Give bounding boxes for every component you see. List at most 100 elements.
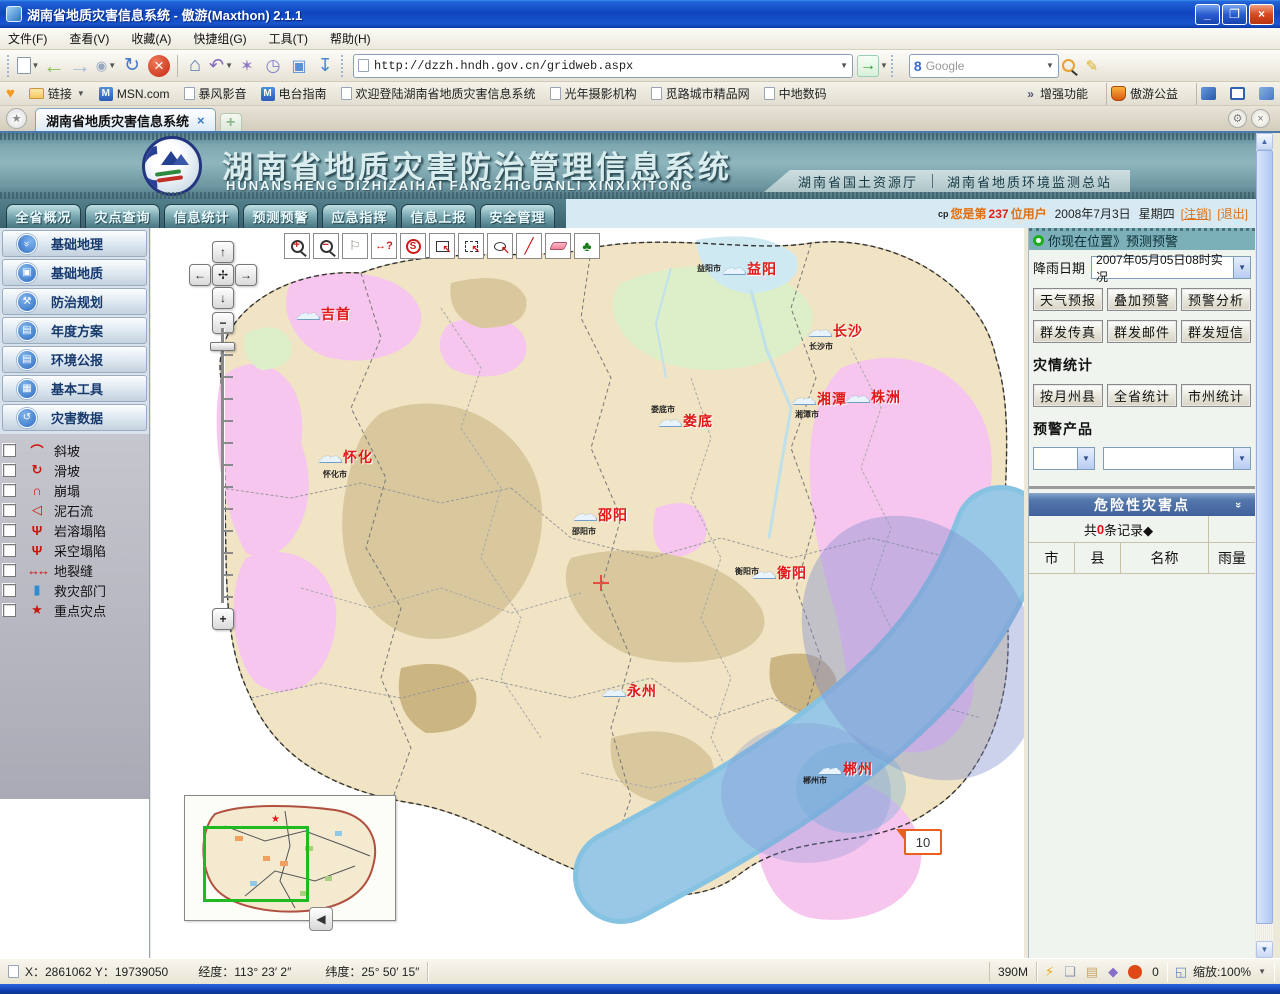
debris-flow-checkbox[interactable] — [3, 504, 16, 517]
mass-fax-button[interactable]: 群发传真 — [1033, 320, 1103, 343]
product-select-large[interactable]: ▼ — [1103, 447, 1251, 470]
sidebar-item-base-geography[interactable]: »基础地理 — [2, 230, 147, 257]
blocked-count-icon[interactable] — [1128, 965, 1142, 979]
mass-email-button[interactable]: 群发邮件 — [1107, 320, 1177, 343]
link-radio[interactable]: M电台指南 — [261, 85, 327, 102]
city-marker-yongzhou[interactable]: ☁☁永州 — [601, 681, 657, 701]
favorites-heart-icon[interactable]: ♥ — [6, 85, 15, 102]
tab-star-icon[interactable]: ★ — [6, 108, 27, 129]
chevrons-icon[interactable]: » — [1232, 501, 1244, 507]
magic-filter-icon[interactable]: ✶ — [234, 53, 260, 79]
nav-tab-security[interactable]: 安全管理 — [480, 204, 555, 228]
province-stats-button[interactable]: 全省统计 — [1107, 384, 1177, 407]
pan-down-button[interactable]: ↓ — [212, 287, 234, 309]
nav-tab-query[interactable]: 灾点查询 — [85, 204, 160, 228]
pan-tool[interactable]: ⚐ — [342, 233, 368, 259]
city-marker-yiyang[interactable]: 益阳市☁☁益阳 — [721, 259, 777, 279]
scale-tool[interactable]: S — [400, 233, 426, 259]
chevron-down-icon[interactable]: ▼ — [1233, 448, 1250, 469]
city-marker-changsha[interactable]: 长沙市☁☁长沙 — [807, 321, 863, 341]
org-link-2[interactable]: 湖南省地质环境监测总站 — [947, 172, 1112, 191]
city-marker-loudi[interactable]: 娄底市☁☁娄底 — [657, 411, 713, 431]
city-marker-zhuzhou[interactable]: ☁☁株洲 — [845, 387, 901, 407]
mining-collapse-checkbox[interactable] — [3, 544, 16, 557]
forward-icon[interactable]: → — [67, 53, 93, 79]
scroll-down-icon[interactable]: ▼ — [1256, 941, 1273, 958]
menu-favorites[interactable]: 收藏(A) — [131, 30, 171, 47]
proxy-icon[interactable] — [1201, 87, 1216, 100]
pan-left-button[interactable]: ← — [189, 264, 211, 286]
eraser-tool[interactable] — [545, 233, 571, 259]
address-dropdown-icon[interactable]: ▼ — [840, 61, 848, 70]
city-marker-chenzhou[interactable]: 郴州市☁☁郴州 — [817, 759, 873, 779]
zoom-in-button[interactable]: + — [212, 608, 234, 630]
mass-sms-button[interactable]: 群发短信 — [1181, 320, 1251, 343]
pan-center-button[interactable]: ✢ — [212, 264, 234, 286]
city-marker-xiangtan[interactable]: 湘潭市☁☁湘潭 — [791, 389, 847, 409]
rescue-dept-checkbox[interactable] — [3, 584, 16, 597]
product-select-small[interactable]: ▼ — [1033, 447, 1095, 470]
links-folder[interactable]: 链接▼ — [29, 85, 85, 102]
overview-viewport[interactable] — [203, 826, 309, 902]
restore-button[interactable]: ❐ — [1222, 4, 1247, 25]
vertical-scrollbar[interactable]: ▲ ▼ — [1256, 133, 1273, 958]
sidebar-item-env-bulletin[interactable]: ▤环境公报 — [2, 346, 147, 373]
close-button[interactable]: × — [1249, 4, 1274, 25]
karst-collapse-checkbox[interactable] — [3, 524, 16, 537]
zoom-in-tool[interactable]: + — [284, 233, 310, 259]
link-baofeng[interactable]: 暴风影音 — [184, 85, 247, 102]
zoom-slider-handle[interactable] — [210, 342, 235, 351]
search-dropdown-icon[interactable]: ▼ — [1046, 61, 1054, 70]
key-point-checkbox[interactable] — [3, 604, 16, 617]
popup-filter-icon[interactable]: ❑ — [1064, 964, 1076, 980]
city-marker-huaihua[interactable]: 怀化市☁☁怀化 — [317, 447, 373, 467]
plugin-icon[interactable]: ◆ — [1108, 964, 1118, 980]
slope-checkbox[interactable] — [3, 444, 16, 457]
menu-groups[interactable]: 快捷组(G) — [193, 30, 246, 47]
search-placeholder[interactable]: Google — [926, 59, 1045, 73]
snapshot-icon[interactable]: ▣ — [286, 53, 312, 79]
new-tab-button[interactable]: + — [220, 113, 242, 131]
nav-tab-forecast[interactable]: 预测预警 — [243, 204, 318, 228]
menu-view[interactable]: 查看(V) — [69, 30, 109, 47]
pan-up-button[interactable]: ↑ — [212, 241, 234, 263]
select-rect-tool[interactable]: ↖ — [458, 233, 484, 259]
undo-icon[interactable]: ↶▼ — [208, 53, 234, 79]
back-icon[interactable]: ← — [41, 53, 67, 79]
content-filter-icon[interactable]: ▤ — [1086, 964, 1098, 980]
warning-analysis-button[interactable]: 预警分析 — [1181, 288, 1251, 311]
rainfall-flag-marker[interactable]: 10 — [904, 829, 942, 855]
scrollbar-thumb[interactable] — [1256, 150, 1273, 924]
highlight-icon[interactable]: ✎ — [1079, 53, 1105, 79]
address-input[interactable] — [374, 59, 839, 73]
zoom-level[interactable]: 缩放:100% — [1193, 963, 1251, 980]
stop-icon[interactable]: × — [148, 55, 170, 77]
pan-right-button[interactable]: → — [235, 264, 257, 286]
home-icon[interactable]: ⌂ — [182, 53, 208, 79]
refresh-icon[interactable]: ↻ — [119, 53, 145, 79]
collapse-checkbox[interactable] — [3, 484, 16, 497]
city-marker-hengyang[interactable]: 衡阳市☁☁衡阳 — [751, 563, 807, 583]
city-marker-jishou[interactable]: ☁☁吉首 — [295, 304, 351, 324]
landslide-checkbox[interactable] — [3, 464, 16, 477]
monthly-county-button[interactable]: 按月州县 — [1033, 384, 1103, 407]
link-milu[interactable]: 觅路城市精品网 — [651, 85, 750, 102]
city-marker-shaoyang[interactable]: 邵阳市☁☁邵阳 — [572, 505, 628, 525]
zoom-rect-tool[interactable]: ↖ — [429, 233, 455, 259]
select-circle-tool[interactable]: ↖ — [487, 233, 513, 259]
chevron-down-icon[interactable]: ▼ — [1077, 448, 1094, 469]
link-zhongdi[interactable]: 中地数码 — [764, 85, 827, 102]
link-photo[interactable]: 光年摄影机构 — [550, 85, 637, 102]
charity-link[interactable]: 傲游公益 — [1111, 85, 1178, 102]
sidebar-item-annual-plan[interactable]: ▤年度方案 — [2, 317, 147, 344]
minimize-button[interactable]: _ — [1195, 4, 1220, 25]
tab-close-icon[interactable]: × — [197, 113, 205, 128]
link-welcome[interactable]: 欢迎登陆湖南省地质灾害信息系统 — [341, 85, 536, 102]
go-button[interactable]: → — [857, 55, 879, 77]
sidebar-item-base-geology[interactable]: ▣基础地质 — [2, 259, 147, 286]
window-tool-icon[interactable] — [1230, 87, 1245, 100]
nav-tab-report[interactable]: 信息上报 — [401, 204, 476, 228]
measure-distance-tool[interactable]: ↔? — [371, 233, 397, 259]
search-go-icon[interactable] — [1059, 53, 1079, 79]
search-box[interactable]: 8 Google ▼ — [909, 54, 1059, 78]
